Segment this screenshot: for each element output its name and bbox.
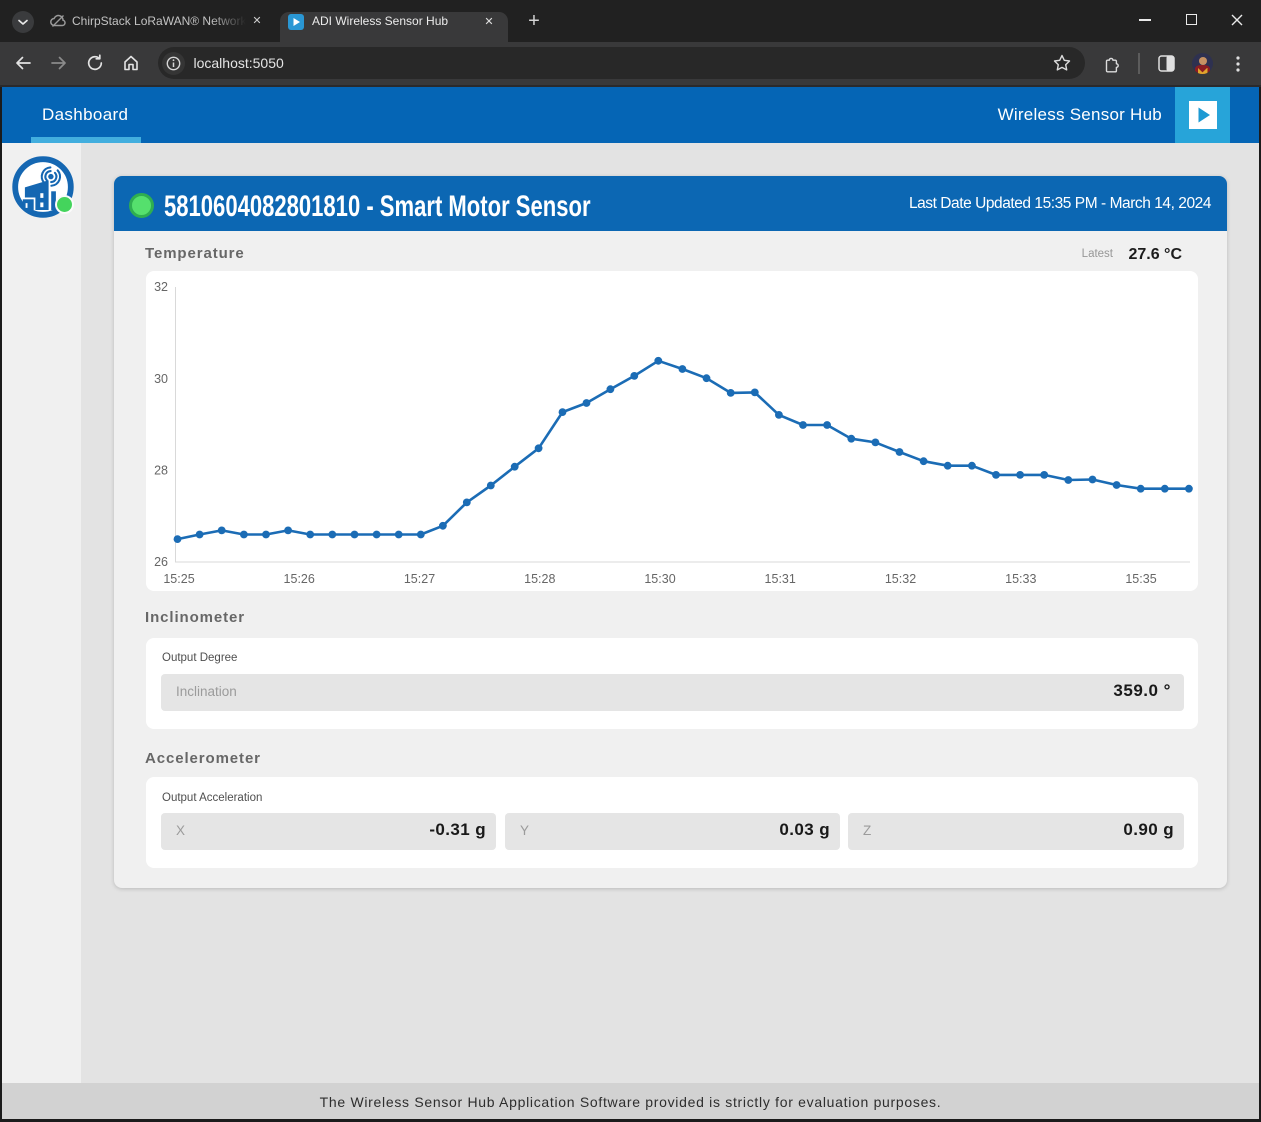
- svg-text:15:31: 15:31: [765, 572, 796, 586]
- svg-text:28: 28: [154, 464, 168, 478]
- svg-text:15:28: 15:28: [524, 572, 555, 586]
- svg-text:15:30: 15:30: [644, 572, 675, 586]
- svg-text:15:35: 15:35: [1125, 572, 1156, 586]
- svg-text:15:33: 15:33: [1005, 572, 1036, 586]
- svg-text:30: 30: [154, 372, 168, 386]
- svg-text:15:26: 15:26: [284, 572, 315, 586]
- svg-text:26: 26: [154, 555, 168, 569]
- svg-text:32: 32: [154, 280, 168, 294]
- svg-text:15:25: 15:25: [163, 572, 194, 586]
- svg-text:15:27: 15:27: [404, 572, 435, 586]
- svg-text:15:32: 15:32: [885, 572, 916, 586]
